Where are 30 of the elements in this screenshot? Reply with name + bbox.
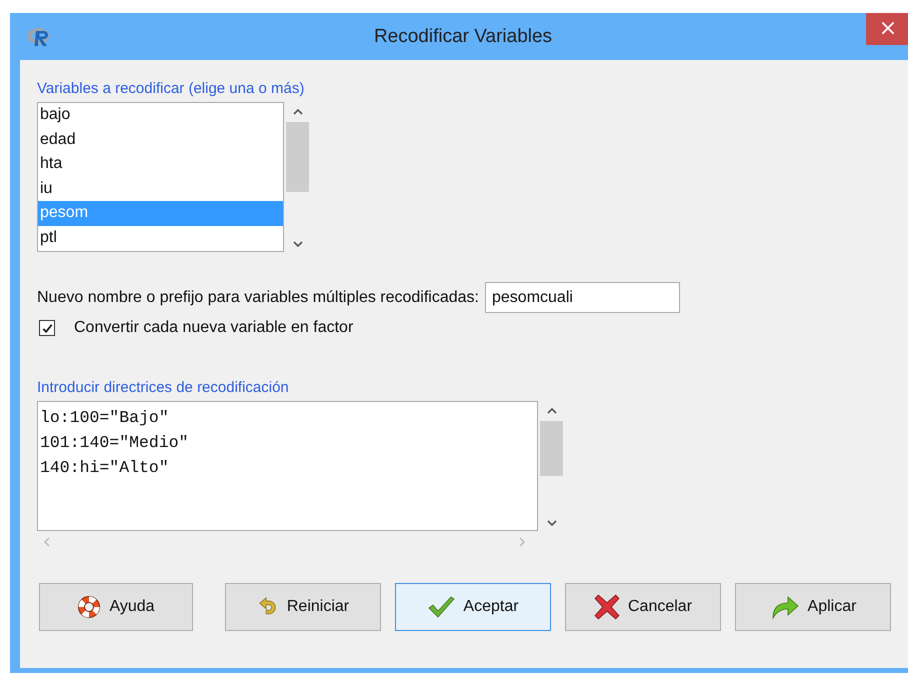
field-label: Nuevo nombre o prefijo para variables múltiples recodificadas: [37, 288, 479, 306]
list-item[interactable]: bajo [38, 103, 283, 128]
list-item[interactable]: hta [38, 152, 283, 176]
name-field[interactable]: pesomcuali [485, 282, 680, 313]
close-button[interactable]: × [866, 13, 908, 45]
dialog-button[interactable]: Aplicar [735, 583, 891, 631]
code-line: 101:140="Medio" [40, 432, 190, 454]
dialog-button[interactable]: Ayuda [39, 583, 193, 631]
up-caret-icon[interactable] [292, 108, 304, 116]
checkmark-icon [427, 595, 456, 619]
dialog-button[interactable]: Cancelar [565, 583, 721, 631]
up-caret-icon[interactable] [546, 407, 558, 415]
list-item[interactable]: iu [38, 176, 283, 201]
code-line: 140:hi="Alto" [40, 457, 170, 479]
checkbox[interactable] [39, 320, 55, 336]
checkbox-label: Convertir cada nueva variable en factor [74, 319, 354, 337]
dialog-button[interactable]: Aceptar [395, 583, 551, 631]
down-caret-icon[interactable] [292, 240, 304, 248]
window-title: Recodificar Variables [372, 26, 554, 48]
down-caret-icon[interactable] [546, 519, 558, 527]
forward-arrow-icon [770, 594, 800, 620]
list-item[interactable]: ptl [38, 226, 283, 250]
code-line: lo:100="Bajo" [40, 407, 170, 429]
lifebuoy-icon [77, 595, 102, 619]
cross-icon [594, 594, 620, 620]
dialog-button[interactable]: Reiniciar [225, 583, 381, 631]
list-item[interactable]: edad [38, 128, 283, 152]
section-label: Variables a recodificar (elige una o más) [37, 80, 306, 97]
section-label: Introducir directrices de recodificación [37, 379, 290, 396]
directives-text-area[interactable]: lo:100="Bajo" 101:140="Medio" 140:hi="Alto" [37, 401, 538, 531]
